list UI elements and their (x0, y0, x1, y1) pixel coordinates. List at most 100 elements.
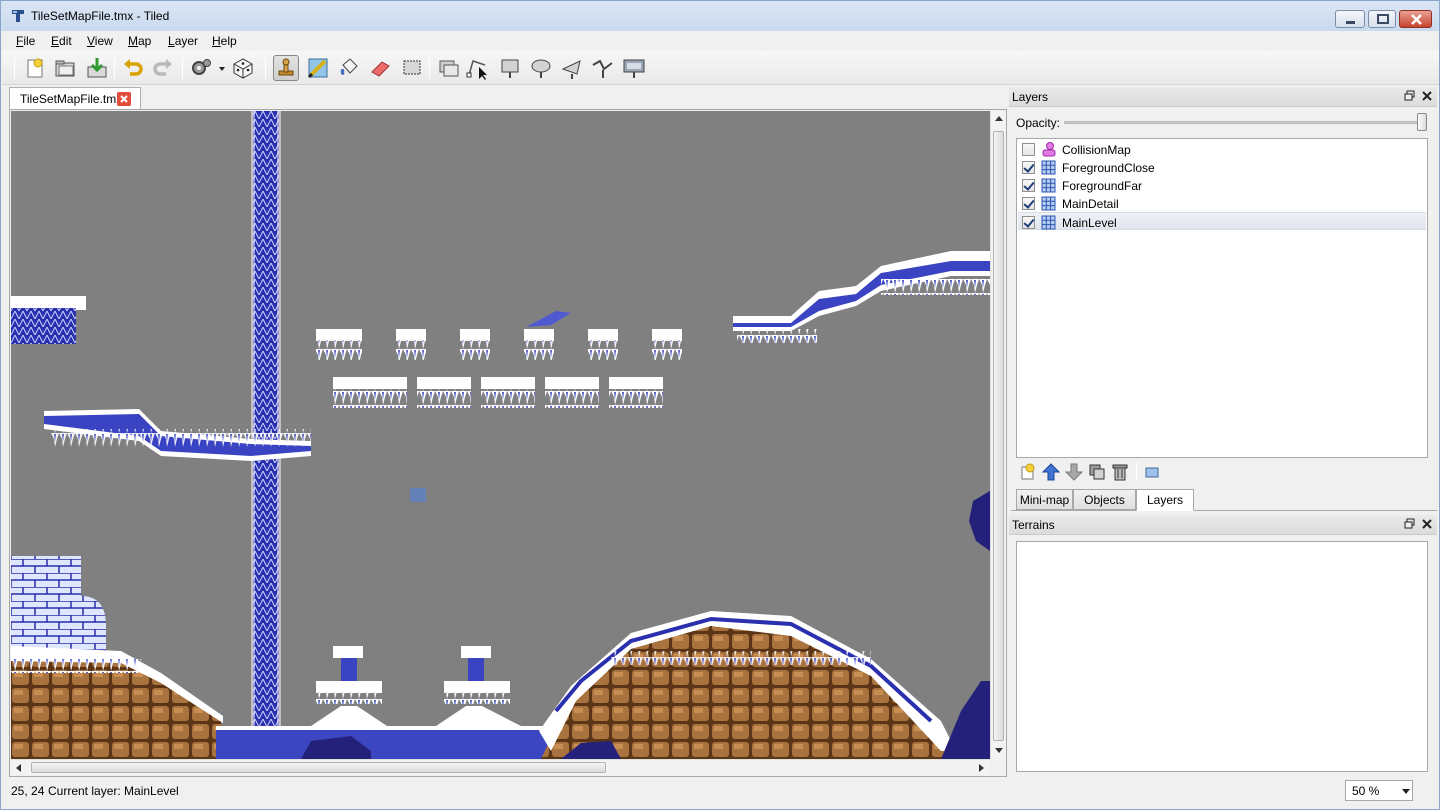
panel-tabs: Mini-map Objects Layers (1011, 489, 1437, 511)
delete-layer-icon[interactable] (1110, 462, 1130, 482)
bucket-fill-icon[interactable] (336, 55, 362, 81)
insert-tile-icon[interactable] (621, 55, 647, 81)
map-canvas[interactable] (11, 111, 990, 759)
document-tabs: TileSetMapFile.tmx (9, 87, 1007, 109)
menu-file[interactable]: File (16, 34, 35, 48)
float-panel-icon[interactable] (1404, 518, 1416, 530)
insert-polyline-icon[interactable] (590, 55, 616, 81)
title-bar[interactable]: TileSetMapFile.tmx - Tiled (1, 1, 1439, 31)
layer-visibility-checkbox[interactable] (1022, 161, 1035, 174)
layer-row-foregroundclose[interactable]: ForegroundClose (1018, 158, 1426, 176)
undo-icon[interactable] (120, 55, 146, 81)
app-window: TileSetMapFile.tmx - Tiled File Edit Vie… (0, 0, 1440, 810)
igloo (11, 556, 81, 651)
ice-block-row (333, 377, 663, 408)
document-tab[interactable]: TileSetMapFile.tmx (9, 87, 141, 109)
tile-cursor-preview (410, 488, 426, 502)
layer-visibility-checkbox[interactable] (1022, 216, 1035, 229)
map-view[interactable] (9, 109, 1007, 777)
tab-objects[interactable]: Objects (1073, 489, 1136, 510)
layer-list[interactable]: CollisionMap ForegroundClose ForegroundF… (1016, 138, 1428, 458)
layer-toolbar (1016, 459, 1428, 484)
maximize-button[interactable] (1368, 10, 1396, 28)
menu-view[interactable]: View (87, 34, 113, 48)
tab-layers[interactable]: Layers (1136, 489, 1194, 511)
tile-layer-icon (1041, 215, 1056, 230)
add-layer-icon[interactable] (1018, 462, 1038, 482)
new-icon[interactable] (22, 55, 48, 81)
zoom-value: 50 % (1352, 784, 1380, 798)
scroll-down-arrow-icon[interactable] (995, 748, 1003, 753)
layer-name: MainDetail (1062, 197, 1119, 211)
status-bar: 25, 24 Current layer: MainLevel 50 % (2, 778, 1439, 808)
layer-name: ForegroundClose (1062, 161, 1155, 175)
save-icon[interactable] (84, 55, 110, 81)
horizontal-scroll-thumb[interactable] (31, 762, 606, 773)
scroll-left-arrow-icon[interactable] (16, 764, 21, 772)
commands-icon[interactable] (188, 55, 228, 81)
random-icon[interactable] (230, 55, 256, 81)
tile-map-render[interactable] (11, 111, 990, 759)
float-panel-icon[interactable] (1404, 90, 1416, 102)
horizontal-scrollbar[interactable] (11, 759, 990, 775)
rect-select-icon[interactable] (399, 55, 425, 81)
layers-dock-title[interactable]: Layers (1009, 87, 1437, 107)
terrain-brush-icon[interactable] (305, 55, 331, 81)
minimize-button[interactable] (1335, 10, 1365, 28)
menu-bar: File Edit View Map Layer Help (2, 31, 1439, 51)
open-icon[interactable] (52, 55, 78, 81)
insert-polygon-icon[interactable] (559, 55, 585, 81)
eraser-icon[interactable] (367, 55, 393, 81)
duplicate-layer-icon[interactable] (1087, 462, 1107, 482)
redo-icon[interactable] (150, 55, 176, 81)
layer-row-foregroundfar[interactable]: ForegroundFar (1018, 176, 1426, 194)
move-layer-down-icon[interactable] (1064, 462, 1084, 482)
close-panel-icon[interactable] (1421, 518, 1433, 530)
vertical-scroll-thumb[interactable] (993, 131, 1004, 741)
tile-layer-icon (1041, 196, 1056, 211)
toolbar-separator (114, 57, 115, 79)
layer-visibility-checkbox[interactable] (1022, 143, 1035, 156)
close-panel-icon[interactable] (1421, 90, 1433, 102)
snow-ledge (11, 296, 86, 310)
window-title: TileSetMapFile.tmx - Tiled (31, 9, 170, 23)
layer-visibility-checkbox[interactable] (1022, 179, 1035, 192)
tiled-app-icon (12, 10, 24, 22)
scroll-up-arrow-icon[interactable] (995, 116, 1003, 121)
scroll-right-arrow-icon[interactable] (979, 764, 984, 772)
cursor-coordinates: 25, 24 (11, 784, 45, 798)
menu-map[interactable]: Map (128, 34, 151, 48)
chevron-down-icon (1402, 789, 1410, 794)
close-tab-icon[interactable] (117, 92, 131, 106)
toolbar-separator (1136, 462, 1137, 480)
tab-mini-map[interactable]: Mini-map (1016, 489, 1073, 510)
opacity-slider-handle[interactable] (1417, 113, 1427, 131)
insert-ellipse-icon[interactable] (528, 55, 554, 81)
ice-floor (216, 726, 556, 759)
insert-rectangle-icon[interactable] (497, 55, 523, 81)
menu-layer[interactable]: Layer (168, 34, 198, 48)
zoom-select[interactable]: 50 % (1345, 780, 1413, 801)
opacity-slider-track[interactable] (1064, 121, 1424, 124)
layer-row-maindetail[interactable]: MainDetail (1018, 194, 1426, 212)
current-layer-status: Current layer: MainLevel (48, 784, 179, 798)
ice-block-row (316, 311, 682, 360)
move-layer-up-icon[interactable] (1041, 462, 1061, 482)
menu-help[interactable]: Help (212, 34, 237, 48)
layer-row-collisionmap[interactable]: CollisionMap (1018, 140, 1426, 158)
stamp-brush-button[interactable] (273, 55, 299, 81)
select-objects-icon[interactable] (436, 55, 462, 81)
vertical-scrollbar[interactable] (990, 111, 1006, 759)
close-button[interactable] (1399, 10, 1432, 28)
menu-edit[interactable]: Edit (51, 34, 72, 48)
terrain-list[interactable] (1016, 541, 1428, 772)
layer-visibility-checkbox[interactable] (1022, 197, 1035, 210)
tile-layer-icon (1041, 160, 1056, 175)
edit-polygons-icon[interactable] (465, 55, 491, 81)
layer-name: MainLevel (1062, 216, 1117, 230)
toolbar-separator (265, 57, 266, 79)
layer-properties-icon[interactable] (1142, 462, 1162, 482)
terrains-dock-label: Terrains (1012, 518, 1055, 532)
terrains-dock-title[interactable]: Terrains (1009, 515, 1437, 535)
layer-row-mainlevel[interactable]: MainLevel (1018, 212, 1426, 230)
